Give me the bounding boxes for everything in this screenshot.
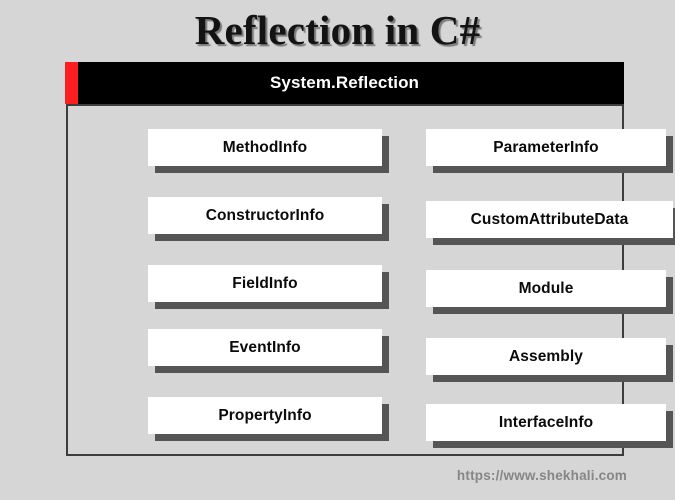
diagram-node-label: CustomAttributeData bbox=[470, 210, 629, 228]
diagram-node[interactable]: PropertyInfo bbox=[148, 397, 382, 434]
diagram-node[interactable]: EventInfo bbox=[148, 329, 382, 366]
diagram-node[interactable]: FieldInfo bbox=[148, 265, 382, 302]
diagram-node-label: PropertyInfo bbox=[218, 406, 312, 424]
footer-url: https://www.shekhali.com bbox=[456, 468, 627, 483]
diagram-node-label: Module bbox=[518, 279, 574, 297]
diagram-node-label: ParameterInfo bbox=[493, 138, 599, 156]
diagram-node[interactable]: Assembly bbox=[426, 338, 666, 375]
diagram-node-label: Assembly bbox=[508, 347, 584, 365]
system-reflection-header: System.Reflection bbox=[65, 62, 624, 104]
page-title: Reflection in C# bbox=[194, 7, 481, 53]
diagram-frame: MethodInfo ConstructorInfo FieldInfo EventI… bbox=[66, 104, 673, 456]
diagram-node-label: MethodInfo bbox=[222, 138, 308, 156]
diagram-node-label: ConstructorInfo bbox=[205, 206, 325, 224]
diagram-node[interactable]: ConstructorInfo bbox=[148, 197, 382, 234]
header-title: System.Reflection bbox=[269, 73, 420, 92]
diagram-node[interactable]: InterfaceInfo bbox=[426, 404, 666, 441]
diagram-node[interactable]: CustomAttributeData bbox=[426, 201, 673, 238]
diagram-node-label: FieldInfo bbox=[232, 274, 298, 292]
diagram-node-label: EventInfo bbox=[229, 338, 301, 356]
header-accent-bar bbox=[65, 62, 78, 104]
diagram-node[interactable]: MethodInfo bbox=[148, 129, 382, 166]
diagram-node[interactable]: Module bbox=[426, 270, 666, 307]
diagram-node[interactable]: ParameterInfo bbox=[426, 129, 666, 166]
diagram-node-label: InterfaceInfo bbox=[498, 413, 594, 431]
